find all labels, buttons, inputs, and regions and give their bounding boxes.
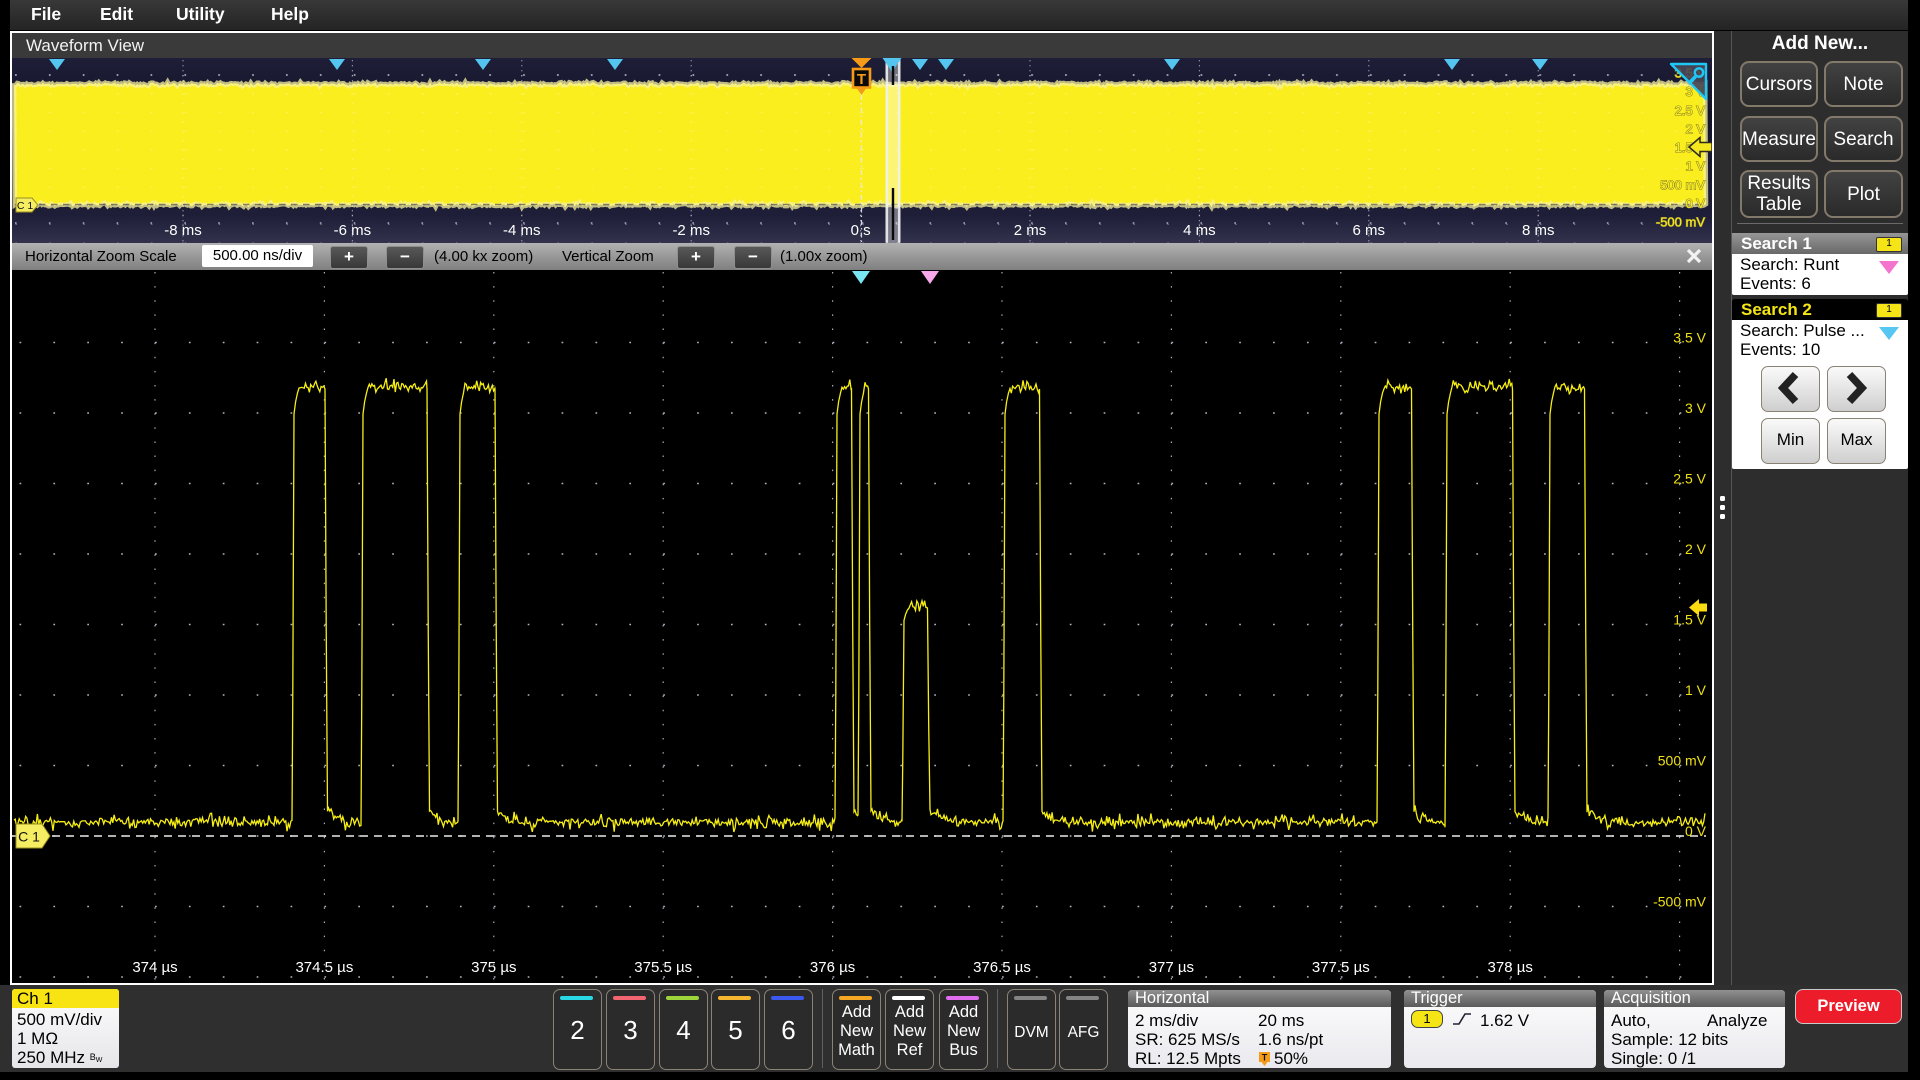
- svg-text:3.5 V: 3.5 V: [1673, 330, 1706, 346]
- svg-text:8 ms: 8 ms: [1522, 222, 1555, 239]
- svg-text:T: T: [1262, 1053, 1268, 1063]
- svg-text:2.5 V: 2.5 V: [1675, 103, 1706, 118]
- svg-text:0 V: 0 V: [1685, 823, 1707, 839]
- svg-text:1.5 V: 1.5 V: [1673, 612, 1706, 628]
- svg-text:-4 ms: -4 ms: [503, 222, 541, 239]
- svg-text:500 mV: 500 mV: [1660, 178, 1705, 193]
- svg-text:374 µs: 374 µs: [132, 959, 177, 976]
- svg-text:2 ms: 2 ms: [1014, 222, 1047, 239]
- svg-text:0 V: 0 V: [1685, 196, 1705, 211]
- svg-text:C 1: C 1: [18, 829, 40, 845]
- svg-text:376 µs: 376 µs: [810, 959, 855, 976]
- svg-text:500 mV: 500 mV: [1658, 753, 1707, 769]
- svg-text:-2 ms: -2 ms: [672, 222, 710, 239]
- svg-text:374.5 µs: 374.5 µs: [295, 959, 353, 976]
- svg-text:2 V: 2 V: [1685, 541, 1707, 557]
- svg-text:T: T: [857, 71, 866, 88]
- svg-text:1 V: 1 V: [1685, 159, 1705, 174]
- svg-text:375 µs: 375 µs: [471, 959, 516, 976]
- svg-text:3 V: 3 V: [1685, 400, 1707, 416]
- svg-text:2.5 V: 2.5 V: [1673, 471, 1706, 487]
- svg-text:-6 ms: -6 ms: [334, 222, 372, 239]
- svg-text:C 1: C 1: [17, 200, 34, 212]
- svg-text:375.5 µs: 375.5 µs: [634, 959, 692, 976]
- svg-text:376.5 µs: 376.5 µs: [973, 959, 1031, 976]
- svg-text:377.5 µs: 377.5 µs: [1312, 959, 1370, 976]
- svg-text:-500 mV: -500 mV: [1653, 894, 1707, 910]
- svg-text:-8 ms: -8 ms: [164, 222, 202, 239]
- svg-text:6 ms: 6 ms: [1353, 222, 1386, 239]
- svg-text:377 µs: 377 µs: [1149, 959, 1194, 976]
- svg-text:2 V: 2 V: [1685, 122, 1705, 137]
- svg-text:378 µs: 378 µs: [1488, 959, 1533, 976]
- svg-text:0 s: 0 s: [851, 222, 871, 239]
- svg-text:-500 mV: -500 mV: [1656, 215, 1705, 230]
- svg-text:1 V: 1 V: [1685, 682, 1707, 698]
- svg-text:4 ms: 4 ms: [1183, 222, 1216, 239]
